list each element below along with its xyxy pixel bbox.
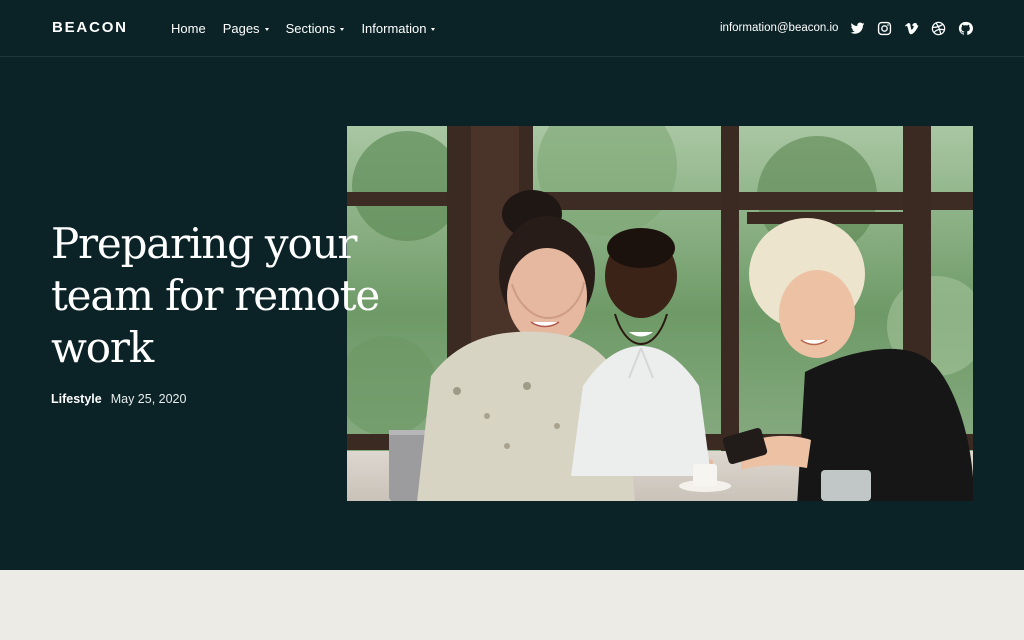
nav-item-label: Home (171, 21, 206, 36)
category-link[interactable]: Lifestyle (51, 392, 102, 407)
social-links (850, 21, 985, 36)
instagram-icon[interactable] (877, 21, 892, 36)
nav-item-label: Sections (285, 21, 336, 36)
photo-illustration (347, 126, 973, 501)
top-navbar: BEACON Home Pages Sections Information i… (0, 0, 1024, 57)
dribbble-icon[interactable] (931, 21, 946, 36)
nav-item-label: Pages (222, 21, 260, 36)
lower-section (0, 570, 1024, 640)
nav-item-information[interactable]: Information (361, 21, 436, 37)
nav-item-pages[interactable]: Pages (223, 21, 269, 37)
caret-down-icon (264, 27, 269, 31)
nav-item-home[interactable]: Home (171, 21, 206, 37)
hero-title[interactable]: Preparing your team for remote work (51, 218, 401, 374)
twitter-icon[interactable] (850, 21, 865, 36)
hero-image[interactable] (347, 126, 973, 501)
vimeo-icon[interactable] (904, 21, 919, 36)
post-meta: Lifestyle May 25, 2020 (51, 392, 186, 407)
nav-item-label: Information (361, 21, 427, 36)
brand-logo[interactable]: BEACON (52, 19, 128, 37)
post-date: May 25, 2020 (110, 392, 187, 406)
nav-item-sections[interactable]: Sections (286, 21, 345, 37)
main-nav: Home Pages Sections Information (171, 20, 452, 38)
caret-down-icon (431, 27, 436, 31)
github-icon[interactable] (958, 21, 973, 36)
contact-email-link[interactable]: information@beacon.io (720, 21, 838, 35)
page: BEACON Home Pages Sections Information i… (0, 0, 1024, 640)
caret-down-icon (340, 27, 345, 31)
